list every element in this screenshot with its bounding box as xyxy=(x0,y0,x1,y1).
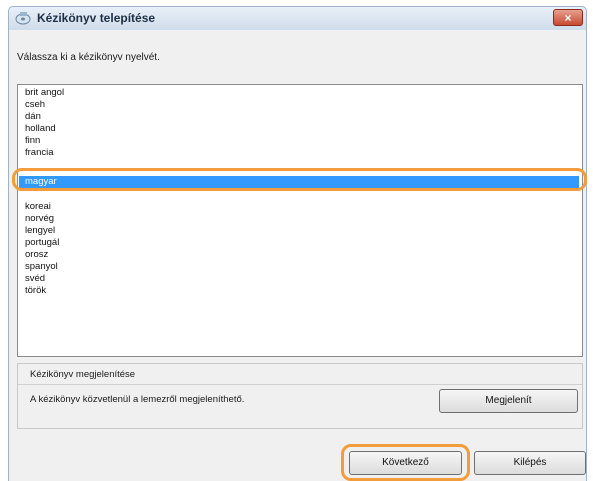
manual-install-dialog: Kézikönyv telepítése × Válassza ki a kéz… xyxy=(0,0,593,481)
list-item-brit-angol[interactable]: brit angol xyxy=(25,87,64,99)
list-item-koreai[interactable]: koreai xyxy=(25,201,51,213)
list-item-lengyel[interactable]: lengyel xyxy=(25,225,55,237)
list-item-finn[interactable]: finn xyxy=(25,135,40,147)
window-title: Kézikönyv telepítése xyxy=(37,11,156,25)
display-group-label: Kézikönyv megjelenítése xyxy=(30,369,136,380)
show-manual-button[interactable]: Megjelenít xyxy=(439,389,578,413)
disc-installer-icon xyxy=(15,12,31,25)
display-group-description: A kézikönyv közvetlenül a lemezről megje… xyxy=(30,394,245,405)
list-item-cseh[interactable]: cseh xyxy=(25,99,45,111)
language-listbox[interactable]: brit angol cseh dán holland finn francia… xyxy=(17,84,583,357)
list-item-sved[interactable]: svéd xyxy=(25,273,45,285)
group-divider xyxy=(18,384,582,385)
list-item-spanyol[interactable]: spanyol xyxy=(25,261,58,273)
selection-highlight-ring xyxy=(12,168,587,191)
list-item-orosz[interactable]: orosz xyxy=(25,249,48,261)
close-button[interactable]: × xyxy=(553,9,583,26)
exit-button[interactable]: Kilépés xyxy=(474,451,586,475)
close-icon: × xyxy=(564,11,572,25)
list-item-portugal[interactable]: portugál xyxy=(25,237,59,249)
list-item-francia[interactable]: francia xyxy=(25,147,54,159)
list-item-torok[interactable]: török xyxy=(25,285,46,297)
list-item-norveg[interactable]: norvég xyxy=(25,213,54,225)
list-item-holland[interactable]: holland xyxy=(25,123,56,135)
title-bar: Kézikönyv telepítése × xyxy=(8,6,587,30)
list-item-dan[interactable]: dán xyxy=(25,111,41,123)
instruction-text: Válassza ki a kézikönyv nyelvét. xyxy=(17,52,160,63)
next-button[interactable]: Következő xyxy=(349,451,462,475)
